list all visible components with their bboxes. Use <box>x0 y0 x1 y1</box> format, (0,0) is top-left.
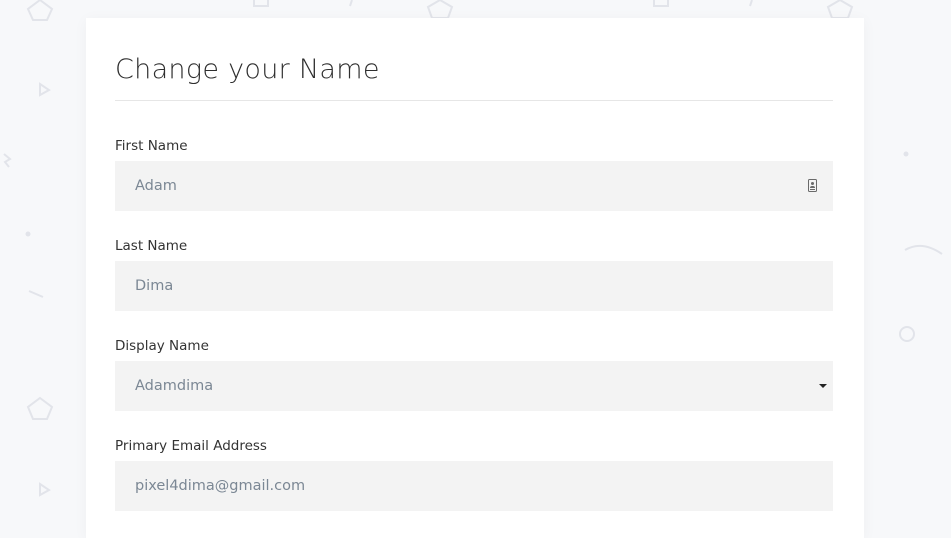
pentagon-shape <box>26 0 54 21</box>
primary-email-field[interactable]: pixel4dima@gmail.com <box>115 461 833 511</box>
change-name-card: Change your Name First Name Adam Last Na… <box>86 18 864 538</box>
arc-shape <box>904 244 943 255</box>
display-name-selected-value: Adamdima <box>135 378 214 394</box>
contact-card-icon[interactable] <box>808 179 817 192</box>
dot-shape <box>25 231 31 237</box>
first-name-field[interactable]: Adam <box>115 161 833 211</box>
last-name-field[interactable]: Dima <box>115 261 833 311</box>
dash-shape <box>349 0 353 7</box>
first-name-label: First Name <box>115 138 188 154</box>
square-shape <box>253 0 269 7</box>
triangle-shape <box>39 482 51 497</box>
dash-shape <box>28 290 44 298</box>
primary-email-value: pixel4dima@gmail.com <box>135 478 306 494</box>
display-name-select[interactable]: Adamdima <box>115 361 833 411</box>
title-divider <box>115 100 833 101</box>
square-shape <box>653 0 669 7</box>
triangle-shape <box>39 82 51 97</box>
caret-down-icon[interactable] <box>819 384 827 388</box>
card-title: Change your Name <box>115 54 380 85</box>
ring-shape <box>899 326 915 342</box>
last-name-label: Last Name <box>115 238 188 254</box>
first-name-value: Adam <box>135 178 177 194</box>
last-name-value: Dima <box>135 278 174 294</box>
display-name-label: Display Name <box>115 338 209 354</box>
primary-email-label: Primary Email Address <box>115 438 267 454</box>
pentagon-shape <box>426 0 454 19</box>
pentagon-shape <box>26 396 54 420</box>
dot-shape <box>903 151 909 157</box>
zigzag-shape <box>3 153 12 168</box>
dash-shape <box>749 0 753 7</box>
pentagon-shape <box>826 0 854 19</box>
